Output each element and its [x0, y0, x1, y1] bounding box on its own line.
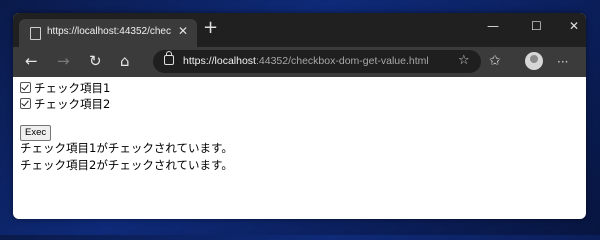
- result-line-1: チェック項目1がチェックされています。: [20, 141, 233, 155]
- browser-window: https://localhost:44352/checkbox-dom-get…: [13, 13, 586, 219]
- new-tab-button[interactable]: +: [203, 18, 218, 38]
- more-icon[interactable]: ···: [557, 53, 568, 71]
- page-icon: [30, 27, 41, 40]
- url-path: :44352/checkbox-dom-get-value.html: [255, 55, 429, 67]
- url-text: https://localhost:44352/checkbox-dom-get…: [183, 55, 429, 67]
- checkbox-1[interactable]: [20, 82, 31, 93]
- tab-close-icon[interactable]: ✕: [178, 24, 188, 38]
- checkbox-row-1: チェック項目1: [20, 81, 110, 95]
- checkbox-label-1: チェック項目1: [34, 81, 111, 95]
- back-icon[interactable]: ←: [25, 52, 38, 70]
- forward-icon[interactable]: →: [57, 52, 70, 70]
- checkbox-label-2: チェック項目2: [34, 97, 111, 111]
- title-bar: https://localhost:44352/checkbox-dom-get…: [13, 13, 586, 47]
- toolbar: ← → ↻ ⌂ https://localhost:44352/checkbox…: [13, 47, 586, 77]
- checkbox-2[interactable]: [20, 98, 31, 109]
- url-host: https://localhost: [183, 55, 256, 67]
- maximize-button[interactable]: ☐: [531, 19, 542, 33]
- profile-avatar[interactable]: [525, 52, 543, 70]
- address-bar[interactable]: https://localhost:44352/checkbox-dom-get…: [153, 50, 481, 73]
- refresh-icon[interactable]: ↻: [89, 52, 102, 70]
- home-icon[interactable]: ⌂: [120, 52, 130, 70]
- exec-button[interactable]: Exec: [20, 125, 52, 141]
- lock-icon[interactable]: [164, 51, 174, 65]
- result-line-2: チェック項目2がチェックされています。: [20, 158, 233, 172]
- minimize-button[interactable]: —: [487, 19, 499, 33]
- checkbox-row-2: チェック項目2: [20, 97, 110, 111]
- favorite-icon[interactable]: ☆: [458, 53, 470, 68]
- tab-title: https://localhost:44352/checkbox-dom-get…: [47, 26, 171, 37]
- browser-tab[interactable]: https://localhost:44352/checkbox-dom-get…: [19, 19, 197, 47]
- close-window-button[interactable]: ✕: [569, 19, 579, 33]
- collections-icon[interactable]: ✩: [489, 52, 501, 70]
